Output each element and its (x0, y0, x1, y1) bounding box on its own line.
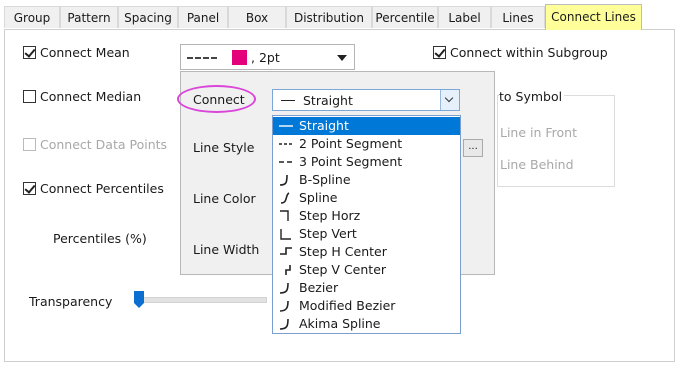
connect-option-step-vert[interactable]: Step Vert (273, 225, 460, 243)
tab-panel[interactable]: Panel (178, 6, 228, 28)
connect-option-step-h-center[interactable]: Step H Center (273, 243, 460, 261)
connect-option-label: Straight (299, 118, 349, 133)
line-behind-option[interactable]: Line Behind (500, 157, 574, 172)
connect-median-label: Connect Median (40, 89, 142, 104)
connect-data-points-label: Connect Data Points (40, 137, 168, 152)
connect-within-subgroup-label: Connect within Subgroup (450, 45, 608, 60)
connect-data-points-checkbox[interactable] (23, 138, 36, 151)
connect-highlight-ellipse (177, 85, 256, 113)
connect-option-label: Step H Center (299, 244, 387, 259)
line-width-value: , 2pt (251, 50, 280, 65)
akima-spline-icon (279, 318, 289, 330)
transparency-slider-thumb[interactable] (134, 291, 144, 308)
connect-option-spline[interactable]: Spline (273, 189, 460, 207)
transparency-label: Transparency (29, 294, 113, 309)
step-h-center-icon (280, 247, 292, 255)
connect-option-label: Step V Center (299, 262, 387, 277)
connect-option-label: 3 Point Segment (299, 154, 403, 169)
tab-pattern[interactable]: Pattern (60, 6, 118, 28)
connect-option-label: Step Vert (299, 226, 357, 241)
connect-option-3-point-segment[interactable]: 3 Point Segment (273, 153, 460, 171)
connect-option-label: Spline (299, 190, 338, 205)
connect-mean-label: Connect Mean (40, 45, 130, 60)
connect-option-step-horz[interactable]: Step Horz (273, 207, 460, 225)
connect-median-checkbox[interactable] (23, 90, 36, 103)
line-width-label: Line Width (193, 242, 260, 257)
line-style-more-button[interactable]: ... (463, 139, 483, 157)
line-style-label: Line Style (193, 140, 255, 155)
connect-option-2-point-segment[interactable]: 2 Point Segment (273, 135, 460, 153)
spline-icon (280, 192, 290, 204)
3-point-segment-icon (279, 161, 292, 163)
tab-label[interactable]: Label (438, 6, 491, 28)
to-symbol-label: to Symbol (499, 89, 565, 104)
b-spline-icon (279, 174, 288, 186)
connect-percentiles-label: Connect Percentiles (40, 181, 164, 196)
tab-group[interactable]: Group (4, 6, 60, 28)
tab-spacing[interactable]: Spacing (118, 6, 178, 28)
tab-bar: Group Pattern Spacing Panel Box Distribu… (4, 4, 675, 30)
dashed-line-icon (187, 57, 217, 59)
connect-mean-checkbox[interactable] (23, 46, 36, 59)
tab-percentile[interactable]: Percentile (372, 6, 438, 28)
connect-option-label: Akima Spline (299, 316, 381, 331)
step-vert-icon (280, 229, 291, 240)
line-color-label: Line Color (193, 191, 256, 206)
connect-percentiles-checkbox[interactable] (23, 182, 36, 195)
connect-option-b-spline[interactable]: B-Spline (273, 171, 460, 189)
transparency-slider-track[interactable] (140, 297, 267, 303)
chevron-down-icon (337, 55, 347, 61)
connect-option-label: Bezier (299, 280, 339, 295)
straight-line-icon (281, 100, 295, 101)
step-horz-icon (280, 210, 289, 221)
tab-distribution[interactable]: Distribution (286, 6, 372, 28)
tab-connect-lines[interactable]: Connect Lines (545, 4, 642, 30)
bezier-icon (279, 282, 289, 294)
connect-option-akima-spline[interactable]: Akima Spline (273, 315, 460, 333)
to-symbol-group (497, 95, 615, 187)
connect-option-straight[interactable]: Straight (273, 117, 460, 135)
percentiles-label: Percentiles (%) (53, 231, 147, 246)
line-color-swatch (232, 50, 247, 65)
tab-lines[interactable]: Lines (491, 6, 545, 28)
connect-option-modified-bezier[interactable]: Modified Bezier (273, 297, 460, 315)
line-in-front-option[interactable]: Line in Front (500, 125, 577, 140)
mean-line-style-combo[interactable]: , 2pt (180, 44, 355, 70)
connect-option-label: B-Spline (299, 172, 351, 187)
chevron-down-icon[interactable] (440, 90, 459, 110)
connect-option-label: 2 Point Segment (299, 136, 403, 151)
step-v-center-icon (285, 265, 291, 275)
connect-option-step-v-center[interactable]: Step V Center (273, 261, 460, 279)
connect-type-dropdown-list: Straight 2 Point Segment 3 Point Segment… (272, 115, 461, 334)
tab-box[interactable]: Box (228, 6, 286, 28)
connect-type-value: Straight (303, 93, 353, 108)
connect-option-label: Step Horz (299, 208, 361, 223)
connect-within-subgroup-checkbox[interactable] (433, 46, 446, 59)
connect-type-combo[interactable]: Straight (272, 89, 460, 111)
straight-icon (279, 125, 293, 127)
modified-bezier-icon (279, 300, 289, 312)
2-point-segment-icon (279, 143, 292, 145)
connect-option-bezier[interactable]: Bezier (273, 279, 460, 297)
connect-option-label: Modified Bezier (299, 298, 396, 313)
